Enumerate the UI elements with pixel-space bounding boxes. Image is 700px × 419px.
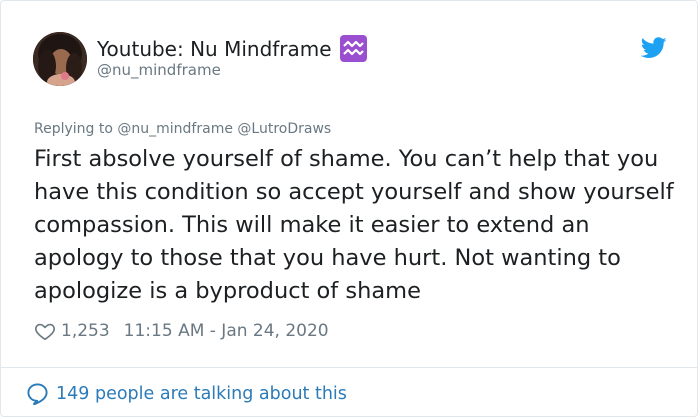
reply-mention-1[interactable]: @nu_mindframe xyxy=(117,121,233,137)
avatar[interactable] xyxy=(33,32,87,86)
like-count[interactable]: 1,253 xyxy=(61,321,110,341)
aquarius-icon xyxy=(339,35,367,62)
twitter-bird-icon[interactable] xyxy=(641,37,667,59)
conversation-text: 149 people are talking about this xyxy=(56,383,347,404)
author-name-text: Youtube: Nu Mindframe xyxy=(97,36,332,61)
reply-mention-2[interactable]: @LutroDraws xyxy=(237,121,331,137)
tweet-meta: 1,253 11:15 AM - Jan 24, 2020 xyxy=(34,319,329,343)
tweet-card: Youtube: Nu Mindframe @nu_mindframe Repl… xyxy=(0,0,698,417)
heart-icon[interactable] xyxy=(34,320,56,342)
tweet-text: First absolve yourself of shame. You can… xyxy=(34,146,674,304)
author-handle[interactable]: @nu_mindframe xyxy=(97,61,221,79)
replying-prefix: Replying to xyxy=(34,121,113,137)
conversation-link[interactable]: 149 people are talking about this xyxy=(26,382,347,405)
speech-bubble-icon xyxy=(27,383,48,405)
tweet-timestamp[interactable]: 11:15 AM - Jan 24, 2020 xyxy=(124,321,329,341)
replying-to: Replying to @nu_mindframe @LutroDraws xyxy=(34,121,331,137)
author-display-name[interactable]: Youtube: Nu Mindframe xyxy=(97,35,367,62)
divider xyxy=(1,367,697,368)
